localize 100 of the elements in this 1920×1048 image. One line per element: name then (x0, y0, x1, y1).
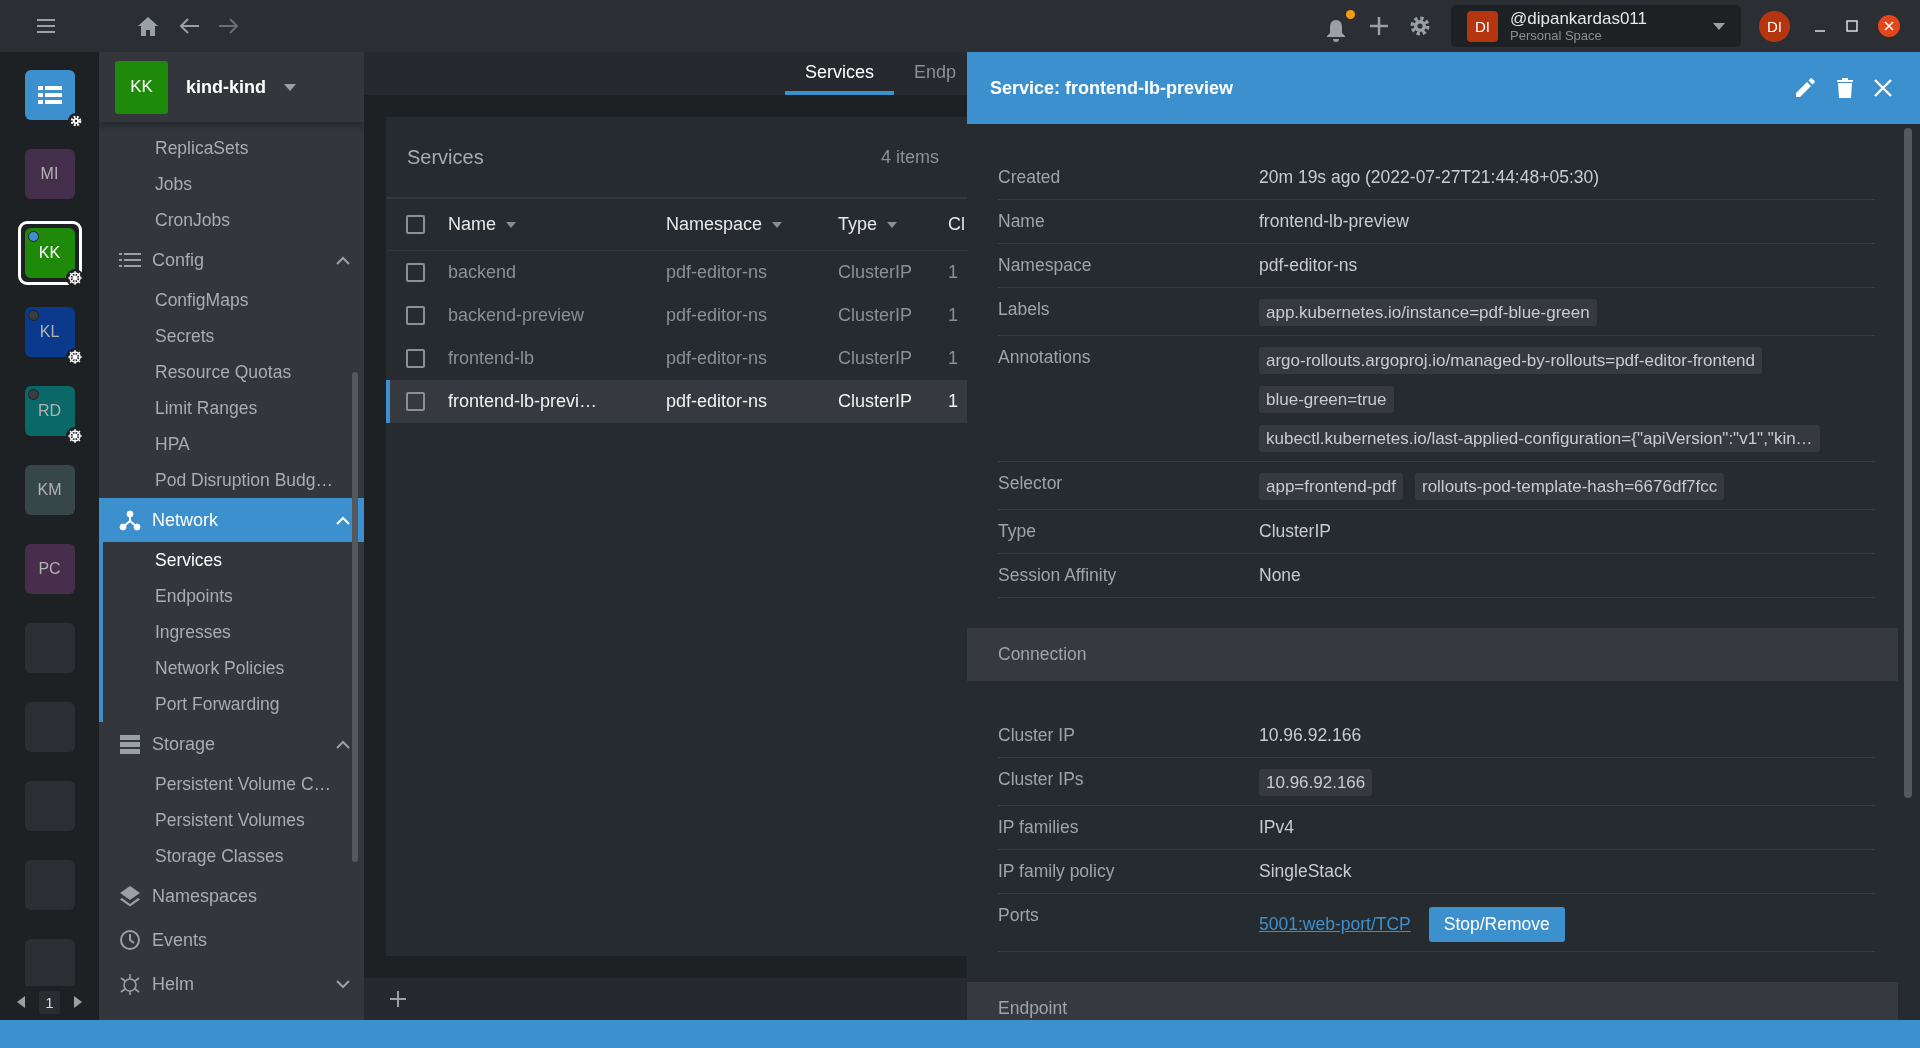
table-cell-text: ClusterIP (838, 391, 914, 412)
checkbox[interactable] (406, 263, 425, 282)
delete-icon[interactable] (1836, 77, 1854, 99)
scrollbar[interactable] (1904, 128, 1912, 798)
menu-icon[interactable] (37, 19, 55, 33)
gear-badge-icon (67, 113, 84, 129)
section-header: Endpoint (967, 982, 1898, 1020)
field-value: ClusterIP (1259, 520, 1331, 543)
table-cell-text: backend (448, 262, 518, 283)
sidebar-item[interactable]: Persistent Volumes (99, 802, 364, 838)
cluster-name[interactable]: kind-kind (186, 76, 266, 98)
table-row[interactable]: backend pdf-editor-ns ClusterIP 1 (386, 251, 967, 294)
network-icon (119, 509, 141, 531)
field-value: 10.96.92.166 (1259, 724, 1362, 747)
checkbox[interactable] (406, 215, 425, 234)
bell-icon[interactable] (1325, 18, 1347, 42)
sidebar-item[interactable]: Endpoints (103, 578, 364, 614)
table-cell-text: frontend-lb-previ… (448, 391, 599, 412)
sidebar-item[interactable]: Network Policies (103, 650, 364, 686)
tab[interactable]: Services (785, 52, 895, 95)
tab[interactable]: Endp (894, 52, 967, 95)
sidebar-section[interactable]: Config (99, 238, 364, 282)
close-icon[interactable] (1874, 79, 1892, 97)
field-label: Namespace (998, 254, 1093, 277)
table-cell-text: ClusterIP (838, 348, 914, 369)
sidebar-item[interactable]: Resource Quotas (99, 354, 364, 390)
field-label: Session Affinity (998, 564, 1118, 587)
back-arrow-icon[interactable] (178, 17, 200, 35)
table-title: Services (407, 145, 484, 169)
cluster-avatar[interactable]: KM (24, 465, 75, 515)
caret-icon[interactable] (284, 83, 296, 91)
catalog-button[interactable] (24, 70, 75, 120)
table-cell-text: ClusterIP (838, 262, 914, 283)
table-row[interactable]: frontend-lb pdf-editor-ns ClusterIP 1 (386, 337, 967, 380)
table-row[interactable]: frontend-lb-previ… pdf-editor-ns ClusterIP 1 (386, 380, 967, 423)
table-cell-text: 1 (948, 348, 959, 369)
field-label: Name (998, 210, 1046, 233)
home-icon[interactable] (136, 15, 160, 37)
table-cell-text: pdf-editor-ns (666, 348, 769, 369)
field-value: SingleStack (1259, 860, 1352, 883)
section-header: Connection (967, 628, 1898, 681)
sidebar-item[interactable]: ConfigMaps (99, 282, 364, 318)
account-avatar[interactable]: DI (1759, 10, 1790, 42)
plus-icon[interactable] (390, 991, 406, 1007)
previous-icon[interactable] (17, 996, 26, 1008)
field-value: IPv4 (1259, 816, 1295, 839)
field-value: None (1259, 564, 1301, 587)
sidebar-section[interactable]: Events (99, 918, 364, 962)
table-cell-text: backend-preview (448, 305, 586, 326)
edit-icon[interactable] (1794, 77, 1816, 99)
tag: blue-green=true (1259, 386, 1394, 413)
column-header[interactable]: Type (838, 214, 878, 235)
forward-arrow-icon[interactable] (218, 17, 240, 35)
sidebar-item[interactable]: Storage Classes (99, 838, 364, 874)
helm-icon (119, 973, 141, 995)
sidebar-item[interactable]: Ingresses (103, 614, 364, 650)
sidebar-item[interactable]: HPA (99, 426, 364, 462)
checkbox[interactable] (406, 349, 425, 368)
sidebar-section[interactable]: Storage (99, 722, 364, 766)
cluster-avatar[interactable]: MI (24, 149, 75, 199)
sidebar-item[interactable]: ReplicaSets (99, 130, 364, 166)
sidebar-item[interactable]: Port Forwarding (103, 686, 364, 722)
scrollbar[interactable] (352, 372, 358, 862)
sidebar-item[interactable]: Secrets (99, 318, 364, 354)
sort-caret-icon[interactable] (887, 221, 898, 228)
field-label: Type (998, 520, 1037, 543)
cluster-avatar[interactable]: PC (24, 544, 75, 594)
sidebar-item[interactable]: Services (103, 542, 364, 578)
cluster-avatar[interactable]: KL (24, 307, 75, 357)
settings-icon[interactable] (1409, 15, 1431, 37)
sidebar-section[interactable]: Helm (99, 962, 364, 1006)
sidebar-item[interactable]: CronJobs (99, 202, 364, 238)
list-icon (37, 85, 62, 105)
column-header[interactable]: Name (448, 214, 496, 235)
maximize-icon[interactable] (1846, 20, 1858, 32)
sidebar-item[interactable]: Persistent Volume C… (99, 766, 364, 802)
sidebar-item[interactable]: Pod Disruption Budg… (99, 462, 364, 498)
tag: app=frontend-pdf (1259, 473, 1403, 500)
sidebar-item[interactable]: Jobs (99, 166, 364, 202)
port-link[interactable]: 5001:web-port/TCP (1259, 914, 1411, 935)
sort-caret-icon[interactable] (506, 221, 516, 228)
sort-caret-icon[interactable] (772, 221, 783, 228)
user-menu[interactable]: DI @dipankardas011 Personal Space (1451, 5, 1741, 47)
column-header[interactable]: Cl (948, 214, 965, 235)
field-label: Cluster IPs (998, 768, 1085, 791)
checkbox[interactable] (406, 392, 425, 411)
cluster-avatar[interactable]: RD (24, 386, 75, 436)
sidebar-item[interactable]: Limit Ranges (99, 390, 364, 426)
tag: kubectl.kubernetes.io/last-applied-configuration={"apiVersion":"v1","kin… (1259, 425, 1820, 452)
column-header[interactable]: Namespace (666, 214, 763, 235)
next-icon[interactable] (73, 996, 82, 1008)
stop-remove-button[interactable]: Stop/Remove (1428, 907, 1565, 942)
sidebar-section[interactable]: Namespaces (99, 874, 364, 918)
checkbox[interactable] (406, 306, 425, 325)
close-window-icon[interactable] (1878, 15, 1900, 37)
sidebar-section[interactable]: Network (99, 498, 364, 542)
cluster-avatar[interactable]: KK (24, 228, 75, 278)
table-cell-text: frontend-lb (448, 348, 536, 369)
plus-icon[interactable] (1369, 16, 1389, 36)
table-row[interactable]: backend-preview pdf-editor-ns ClusterIP 1 (386, 294, 967, 337)
